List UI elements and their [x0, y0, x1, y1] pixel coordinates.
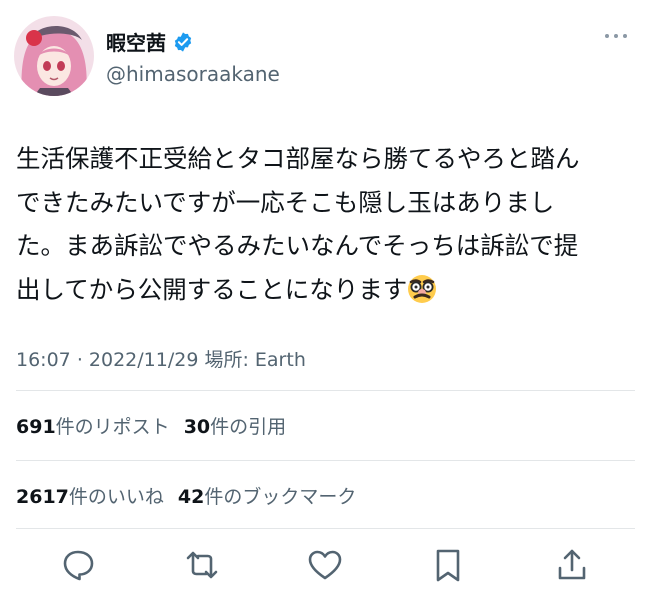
- like-button[interactable]: [303, 543, 347, 587]
- bookmarks-label: 件のブックマーク: [204, 486, 357, 508]
- glasses-nose-disguise-emoji: [407, 274, 437, 318]
- repost-button[interactable]: [180, 543, 224, 587]
- repost-icon: [186, 551, 218, 579]
- share-button[interactable]: [550, 543, 594, 587]
- avatar-image: [14, 16, 94, 96]
- user-handle[interactable]: @himasoraakane: [106, 62, 280, 86]
- likes-count: 2617: [16, 486, 69, 508]
- divider: [16, 528, 635, 529]
- stats-row-reposts: 691件のリポスト 30件の引用: [16, 412, 286, 439]
- tweet-body: 生活保護不正受給とタコ部屋なら勝てるやろと踏ん できたみたいですが一応そこも隠し…: [16, 144, 580, 304]
- reply-button[interactable]: [56, 543, 100, 587]
- avatar[interactable]: [14, 16, 94, 96]
- display-name: 暇空茜: [106, 31, 166, 55]
- divider: [16, 460, 635, 461]
- reposts-count: 691: [16, 416, 56, 438]
- likes-stat[interactable]: 2617件のいいね: [16, 486, 164, 508]
- reply-icon: [63, 550, 94, 581]
- bookmarks-stat[interactable]: 42件のブックマーク: [178, 486, 356, 508]
- bookmarks-count: 42: [177, 486, 205, 508]
- bookmark-icon: [436, 549, 460, 582]
- tweet-text: 生活保護不正受給とタコ部屋なら勝てるやろと踏ん できたみたいですが一応そこも隠し…: [16, 137, 641, 317]
- quotes-label: 件の引用: [210, 416, 287, 438]
- stats-row-likes: 2617件のいいね 42件のブックマーク: [16, 482, 356, 509]
- verified-badge-icon: [174, 31, 192, 52]
- like-icon: [308, 550, 342, 580]
- quotes-stat[interactable]: 30件の引用: [184, 416, 286, 438]
- quotes-count: 30: [183, 416, 211, 438]
- meta-separator: ·: [76, 349, 83, 371]
- action-bar: [0, 543, 650, 587]
- likes-label: 件のいいね: [68, 486, 164, 508]
- share-icon: [558, 549, 586, 580]
- tweet-date[interactable]: 2022/11/29: [89, 349, 199, 371]
- tweet-time[interactable]: 16:07: [16, 349, 71, 371]
- tweet-location[interactable]: 場所: Earth: [204, 349, 305, 371]
- reposts-label: 件のリポスト: [55, 416, 170, 438]
- more-options-icon[interactable]: [605, 34, 627, 38]
- tweet-meta: 16:07 · 2022/11/29 場所: Earth: [16, 345, 306, 372]
- display-name-row[interactable]: 暇空茜: [106, 27, 194, 56]
- bookmark-button[interactable]: [426, 543, 470, 587]
- reposts-stat[interactable]: 691件のリポスト: [16, 416, 170, 438]
- divider: [16, 390, 635, 391]
